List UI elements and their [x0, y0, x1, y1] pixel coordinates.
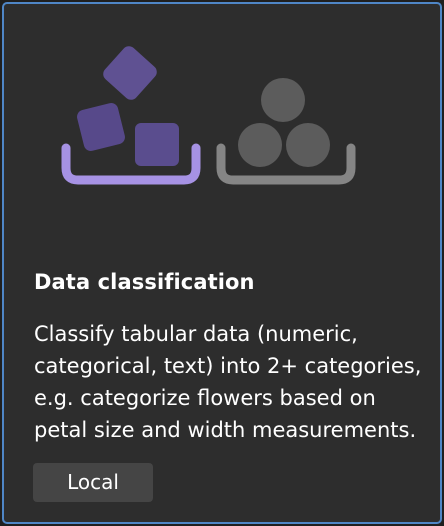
- floating-square-left: [77, 103, 125, 151]
- gray-circles-in-bin-icon: [216, 78, 356, 185]
- circle-left: [238, 123, 282, 167]
- illustration: [61, 46, 356, 185]
- circle-right: [286, 123, 330, 167]
- local-tag-button[interactable]: Local: [33, 463, 153, 502]
- card-title: Data classification: [34, 270, 255, 294]
- floating-square-right: [135, 123, 179, 166]
- card-description: Classify tabular data (numeric, categori…: [34, 322, 422, 442]
- purple-squares-in-bin-icon: [61, 46, 201, 185]
- circle-top: [261, 78, 305, 122]
- model-card[interactable]: Data classification Classify tabular dat…: [2, 2, 442, 524]
- floating-square-top: [103, 46, 157, 100]
